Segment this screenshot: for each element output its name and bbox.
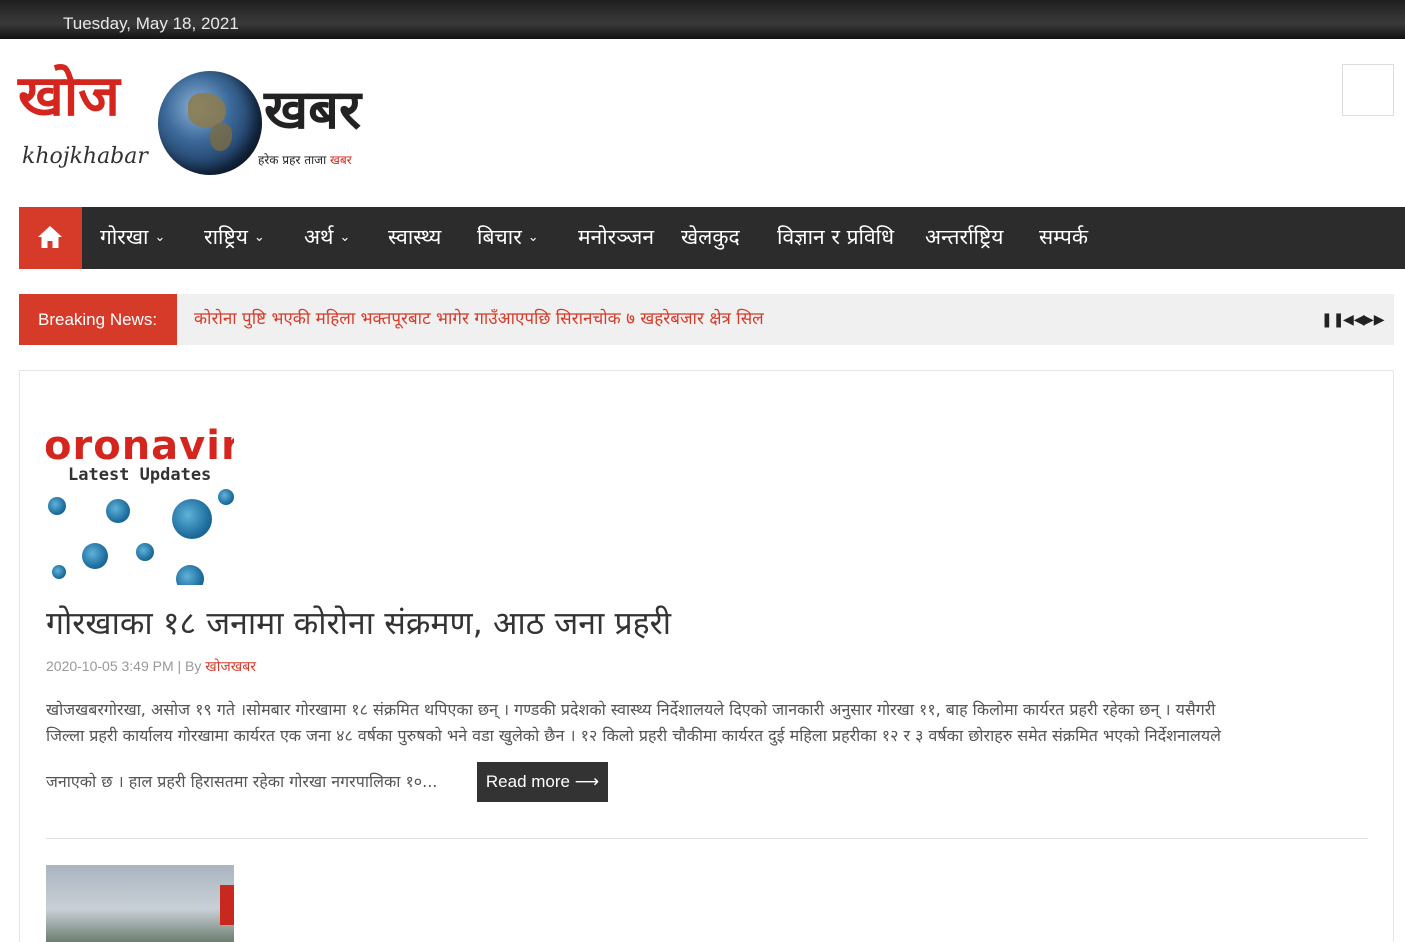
nav-item-entertainment[interactable]: मनोरञ्जन xyxy=(578,207,654,269)
nav-item-science-tech[interactable]: विज्ञान र प्रविधि xyxy=(777,207,894,269)
article-thumbnail[interactable]: oronaviru Latest Updates xyxy=(46,425,234,585)
chevron-down-icon: ⌄ xyxy=(154,230,166,245)
chevron-down-icon: ⌄ xyxy=(253,230,265,245)
article-excerpt: खोजखबरगोरखा, असोज १९ गते ।सोमबार गोरखामा… xyxy=(46,697,1366,791)
excerpt-line: जनाएको छ । हाल प्रहरी हिरासतमा रहेका गोर… xyxy=(46,772,438,791)
breaking-news-headline[interactable]: कोरोना पुष्टि भएकी महिला भक्तपूरबाट भागे… xyxy=(194,294,764,345)
nav-home-button[interactable] xyxy=(19,207,82,269)
article-thumbnail[interactable] xyxy=(46,865,234,942)
article-list: oronaviru Latest Updates गोरखाका १८ जनाम… xyxy=(19,370,1394,942)
article-title[interactable]: गोरखाका १८ जनामा कोरोना संक्रमण, आठ जना … xyxy=(46,601,671,644)
logo-text-right: खबर xyxy=(264,77,362,141)
excerpt-line: खोजखबरगोरखा, असोज १९ गते ।सोमबार गोरखामा… xyxy=(46,700,1216,719)
top-bar: Tuesday, May 18, 2021 xyxy=(0,0,1405,39)
search-button[interactable] xyxy=(1342,64,1394,116)
article-date: 2020-10-05 3:49 PM xyxy=(46,658,174,674)
nav-item-sports[interactable]: खेलकुद xyxy=(681,207,740,269)
pause-icon[interactable]: ❚❚ xyxy=(1321,310,1344,328)
nav-item-health[interactable]: स्वास्थ्य xyxy=(388,207,441,269)
logo-tagline: हरेक प्रहर ताजा खबर xyxy=(258,153,352,167)
main-nav: गोरखा ⌄ राष्ट्रिय ⌄ अर्थ ⌄ स्वास्थ्य बिचार ⌄… xyxy=(19,207,1405,269)
chevron-down-icon: ⌄ xyxy=(339,230,351,245)
globe-icon xyxy=(158,71,262,175)
read-more-button[interactable]: Read more ⟶ xyxy=(477,762,608,802)
thumbnail-subtitle-text: Latest Updates xyxy=(68,465,212,485)
current-date: Tuesday, May 18, 2021 xyxy=(63,14,239,33)
site-logo[interactable]: खोज खबर khojkhabar हरेक प्रहर ताजा खबर xyxy=(18,68,398,178)
thumbnail-title-text: oronaviru xyxy=(46,425,234,469)
nav-item-international[interactable]: अन्तर्राष्ट्रिय xyxy=(925,207,1003,269)
breaking-news-label: Breaking News: xyxy=(19,294,177,345)
nav-item-contact[interactable]: सम्पर्क xyxy=(1039,207,1088,269)
article-by: | By xyxy=(177,658,202,674)
article-author-link[interactable]: खोजखबर xyxy=(205,658,256,674)
article-divider xyxy=(46,838,1368,839)
previous-icon[interactable]: ◀◀ xyxy=(1343,310,1365,328)
article-meta: 2020-10-05 3:49 PM | By खोजखबर xyxy=(46,657,256,676)
breaking-news-bar: Breaking News: कोरोना पुष्टि भएकी महिला … xyxy=(19,294,1394,345)
nav-item-economy[interactable]: अर्थ ⌄ xyxy=(304,207,350,269)
logo-latin-text: khojkhabar xyxy=(22,144,148,169)
excerpt-line: जिल्ला प्रहरी कार्यालय गोरखामा कार्यरत ए… xyxy=(46,726,1222,745)
logo-text-left: खोज xyxy=(18,63,120,129)
nav-item-national[interactable]: राष्ट्रिय ⌄ xyxy=(204,207,265,269)
home-icon xyxy=(38,226,62,248)
flag-image xyxy=(220,885,234,925)
next-icon[interactable]: ▶▶ xyxy=(1363,310,1385,328)
chevron-down-icon: ⌄ xyxy=(527,230,539,245)
nav-item-opinion[interactable]: बिचार ⌄ xyxy=(477,207,539,269)
nav-item-gorkha[interactable]: गोरखा ⌄ xyxy=(100,207,165,269)
